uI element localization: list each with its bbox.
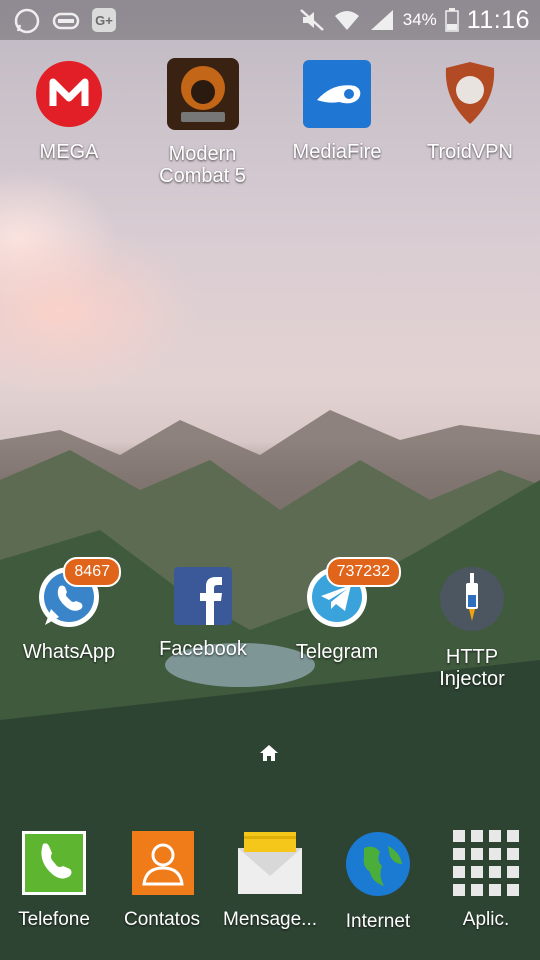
app-troidvpn[interactable]: TroidVPN (420, 60, 520, 163)
gamepad-notification-icon (52, 12, 80, 30)
home-icon[interactable] (259, 744, 279, 762)
internet-icon (346, 832, 410, 896)
app-label: Telegram (295, 641, 379, 663)
mediafire-icon (303, 60, 371, 128)
app-label: Internet (345, 911, 411, 932)
messages-icon (238, 832, 302, 894)
notification-badge: 737232 (325, 557, 401, 587)
troidvpn-icon (445, 62, 495, 124)
contacts-icon (132, 831, 194, 895)
whatsapp-icon-wrapper: 8467 (35, 557, 121, 633)
app-label: HTTP Injector (439, 646, 505, 690)
clock: 11:16 (466, 5, 530, 34)
wifi-icon (334, 11, 359, 30)
mute-icon (299, 9, 324, 31)
mega-icon (36, 61, 102, 127)
app-label: MediaFire (292, 141, 382, 163)
app-label: TroidVPN (427, 141, 513, 163)
app-label: Contatos (123, 909, 201, 930)
google-plus-notification-icon: G+ (92, 8, 116, 32)
app-whatsapp[interactable]: 8467 WhatsApp (19, 557, 121, 663)
dock-contatos[interactable]: Contatos (112, 830, 212, 931)
telegram-icon-wrapper: 737232 (303, 557, 401, 633)
whatsapp-notification-icon (14, 8, 40, 34)
app-http-injector[interactable]: HTTP Injector (420, 565, 524, 690)
app-label: Mensage... (223, 909, 317, 930)
app-label: Facebook (159, 638, 247, 660)
app-telegram[interactable]: 737232 Telegram (287, 557, 401, 663)
dock-mensagens[interactable]: Mensage... (220, 830, 320, 931)
http-injector-icon (440, 567, 504, 631)
app-mediafire[interactable]: MediaFire (287, 60, 387, 163)
phone-icon (22, 831, 86, 895)
battery-icon (445, 8, 459, 32)
app-mega[interactable]: MEGA (19, 60, 119, 163)
apps-grid-icon (453, 830, 519, 896)
app-label: MEGA (39, 141, 99, 163)
dock-internet[interactable]: Internet (328, 830, 428, 933)
app-facebook[interactable]: Facebook (153, 565, 253, 660)
app-label: Telefone (18, 909, 90, 930)
app-label: Aplic. (462, 909, 510, 930)
notification-badge: 8467 (63, 557, 121, 587)
app-modern-combat-5[interactable]: Modern Combat 5 (150, 58, 255, 187)
app-label: WhatsApp (22, 641, 116, 663)
modern-combat-5-icon (166, 58, 239, 130)
status-bar: G+ 34% 11:16 (0, 0, 540, 40)
dock-aplicativos[interactable]: Aplic. (436, 830, 536, 931)
dock-telefone[interactable]: Telefone (4, 830, 104, 931)
facebook-icon (174, 567, 232, 625)
app-label: Modern Combat 5 (159, 143, 246, 187)
signal-icon (370, 10, 393, 30)
battery-percentage: 34% (402, 10, 437, 29)
